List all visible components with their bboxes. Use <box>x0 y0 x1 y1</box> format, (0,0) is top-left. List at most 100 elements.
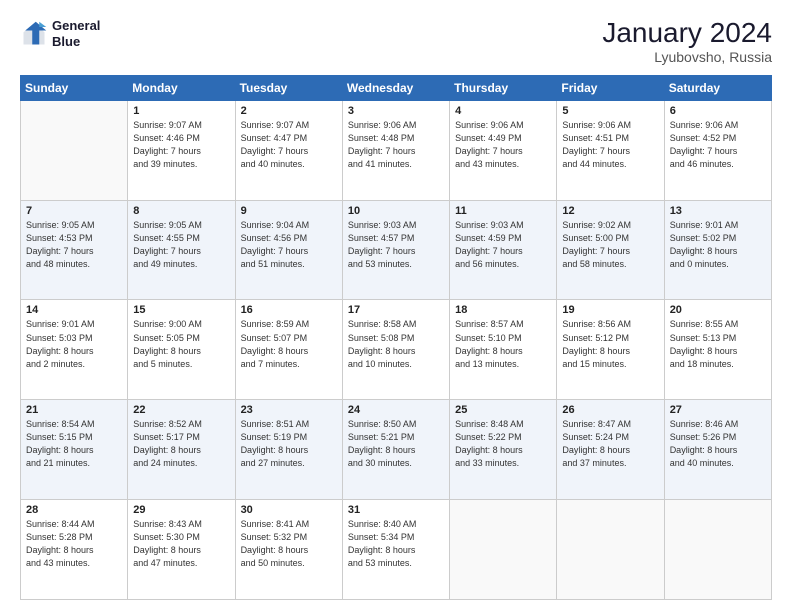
day-number: 3 <box>348 105 444 117</box>
day-info: Sunrise: 8:57 AMSunset: 5:10 PMDaylight:… <box>455 318 551 370</box>
calendar-cell: 7 Sunrise: 9:05 AMSunset: 4:53 PMDaylight… <box>21 200 128 300</box>
month-title: January 2024 <box>602 18 772 49</box>
day-number: 14 <box>26 304 122 316</box>
day-info: Sunrise: 9:03 AMSunset: 4:59 PMDaylight:… <box>455 219 551 271</box>
day-number: 16 <box>241 304 337 316</box>
day-info: Sunrise: 8:51 AMSunset: 5:19 PMDaylight:… <box>241 418 337 470</box>
day-info: Sunrise: 8:58 AMSunset: 5:08 PMDaylight:… <box>348 318 444 370</box>
calendar-cell: 15Sunrise: 9:00 AMSunset: 5:05 PMDayligh… <box>128 300 235 400</box>
day-number: 20 <box>670 304 766 316</box>
day-info: Sunrise: 8:56 AMSunset: 5:12 PMDaylight:… <box>562 318 658 370</box>
calendar-cell: 20 Sunrise: 8:55 AMSunset: 5:13 PMDayligh… <box>664 300 771 400</box>
day-info: Sunrise: 9:03 AMSunset: 4:57 PMDaylight:… <box>348 219 444 271</box>
day-info: Sunrise: 8:50 AMSunset: 5:21 PMDaylight:… <box>348 418 444 470</box>
day-info: Sunrise: 9:07 AMSunset: 4:47 PMDaylight:… <box>241 119 337 171</box>
calendar-cell: 31 Sunrise: 8:40 AMSunset: 5:34 PMDayligh… <box>342 500 449 600</box>
day-info: Sunrise: 9:01 AMSunset: 5:03 PMDaylight:… <box>26 318 122 370</box>
calendar-week-1: 7 Sunrise: 9:05 AMSunset: 4:53 PMDaylight… <box>21 200 772 300</box>
day-number: 8 <box>133 205 229 217</box>
calendar-cell: 21Sunrise: 8:54 AMSunset: 5:15 PMDayligh… <box>21 400 128 500</box>
weekday-friday: Friday <box>557 75 664 100</box>
day-number: 19 <box>562 304 658 316</box>
day-info: Sunrise: 8:48 AMSunset: 5:22 PMDaylight:… <box>455 418 551 470</box>
calendar-cell: 24 Sunrise: 8:50 AMSunset: 5:21 PMDayligh… <box>342 400 449 500</box>
day-info: Sunrise: 8:40 AMSunset: 5:34 PMDaylight:… <box>348 518 444 570</box>
calendar-week-4: 28 Sunrise: 8:44 AMSunset: 5:28 PMDayligh… <box>21 500 772 600</box>
day-number: 9 <box>241 205 337 217</box>
logo-text: General Blue <box>52 18 100 49</box>
location: Lyubovsho, Russia <box>602 49 772 65</box>
title-block: January 2024 Lyubovsho, Russia <box>602 18 772 65</box>
day-number: 27 <box>670 404 766 416</box>
day-info: Sunrise: 9:06 AMSunset: 4:51 PMDaylight:… <box>562 119 658 171</box>
day-info: Sunrise: 9:00 AMSunset: 5:05 PMDaylight:… <box>133 318 229 370</box>
header: General Blue January 2024 Lyubovsho, Rus… <box>20 18 772 65</box>
calendar-cell: 8 Sunrise: 9:05 AMSunset: 4:55 PMDaylight… <box>128 200 235 300</box>
day-number: 28 <box>26 504 122 516</box>
day-number: 11 <box>455 205 551 217</box>
day-info: Sunrise: 8:52 AMSunset: 5:17 PMDaylight:… <box>133 418 229 470</box>
weekday-tuesday: Tuesday <box>235 75 342 100</box>
weekday-saturday: Saturday <box>664 75 771 100</box>
calendar-table: SundayMondayTuesdayWednesdayThursdayFrid… <box>20 75 772 600</box>
calendar-cell: 14 Sunrise: 9:01 AMSunset: 5:03 PMDayligh… <box>21 300 128 400</box>
day-number: 13 <box>670 205 766 217</box>
day-number: 17 <box>348 304 444 316</box>
calendar-cell: 10 Sunrise: 9:03 AMSunset: 4:57 PMDayligh… <box>342 200 449 300</box>
calendar-cell <box>664 500 771 600</box>
calendar-cell: 25 Sunrise: 8:48 AMSunset: 5:22 PMDayligh… <box>450 400 557 500</box>
calendar-cell: 18Sunrise: 8:57 AMSunset: 5:10 PMDayligh… <box>450 300 557 400</box>
day-number: 1 <box>133 105 229 117</box>
day-number: 22 <box>133 404 229 416</box>
calendar-cell: 17 Sunrise: 8:58 AMSunset: 5:08 PMDayligh… <box>342 300 449 400</box>
logo-icon <box>20 20 48 48</box>
day-info: Sunrise: 8:55 AMSunset: 5:13 PMDaylight:… <box>670 318 766 370</box>
day-number: 4 <box>455 105 551 117</box>
day-number: 25 <box>455 404 551 416</box>
day-info: Sunrise: 9:06 AMSunset: 4:48 PMDaylight:… <box>348 119 444 171</box>
calendar-week-2: 14 Sunrise: 9:01 AMSunset: 5:03 PMDayligh… <box>21 300 772 400</box>
calendar-cell: 27 Sunrise: 8:46 AMSunset: 5:26 PMDayligh… <box>664 400 771 500</box>
day-info: Sunrise: 8:46 AMSunset: 5:26 PMDaylight:… <box>670 418 766 470</box>
day-number: 31 <box>348 504 444 516</box>
calendar-cell: 28 Sunrise: 8:44 AMSunset: 5:28 PMDayligh… <box>21 500 128 600</box>
weekday-thursday: Thursday <box>450 75 557 100</box>
day-number: 6 <box>670 105 766 117</box>
weekday-sunday: Sunday <box>21 75 128 100</box>
calendar-cell: 23 Sunrise: 8:51 AMSunset: 5:19 PMDayligh… <box>235 400 342 500</box>
day-info: Sunrise: 9:07 AMSunset: 4:46 PMDaylight:… <box>133 119 229 171</box>
day-info: Sunrise: 8:44 AMSunset: 5:28 PMDaylight:… <box>26 518 122 570</box>
day-number: 12 <box>562 205 658 217</box>
day-info: Sunrise: 8:59 AMSunset: 5:07 PMDaylight:… <box>241 318 337 370</box>
day-info: Sunrise: 9:05 AMSunset: 4:55 PMDaylight:… <box>133 219 229 271</box>
calendar-cell <box>557 500 664 600</box>
day-number: 10 <box>348 205 444 217</box>
day-number: 23 <box>241 404 337 416</box>
calendar-cell: 6Sunrise: 9:06 AMSunset: 4:52 PMDaylight… <box>664 100 771 200</box>
weekday-header-row: SundayMondayTuesdayWednesdayThursdayFrid… <box>21 75 772 100</box>
logo: General Blue <box>20 18 100 49</box>
calendar-cell: 26Sunrise: 8:47 AMSunset: 5:24 PMDayligh… <box>557 400 664 500</box>
weekday-monday: Monday <box>128 75 235 100</box>
calendar-body: 1 Sunrise: 9:07 AMSunset: 4:46 PMDaylight… <box>21 100 772 599</box>
day-info: Sunrise: 9:02 AMSunset: 5:00 PMDaylight:… <box>562 219 658 271</box>
day-number: 2 <box>241 105 337 117</box>
day-number: 7 <box>26 205 122 217</box>
day-number: 21 <box>26 404 122 416</box>
day-number: 24 <box>348 404 444 416</box>
day-info: Sunrise: 9:05 AMSunset: 4:53 PMDaylight:… <box>26 219 122 271</box>
calendar-cell: 11 Sunrise: 9:03 AMSunset: 4:59 PMDayligh… <box>450 200 557 300</box>
day-info: Sunrise: 8:43 AMSunset: 5:30 PMDaylight:… <box>133 518 229 570</box>
calendar-cell: 13Sunrise: 9:01 AMSunset: 5:02 PMDayligh… <box>664 200 771 300</box>
day-number: 30 <box>241 504 337 516</box>
calendar-cell: 29Sunrise: 8:43 AMSunset: 5:30 PMDayligh… <box>128 500 235 600</box>
day-info: Sunrise: 8:41 AMSunset: 5:32 PMDaylight:… <box>241 518 337 570</box>
calendar-cell: 30 Sunrise: 8:41 AMSunset: 5:32 PMDayligh… <box>235 500 342 600</box>
calendar-cell <box>450 500 557 600</box>
calendar-cell: 12 Sunrise: 9:02 AMSunset: 5:00 PMDayligh… <box>557 200 664 300</box>
day-number: 26 <box>562 404 658 416</box>
day-info: Sunrise: 9:06 AMSunset: 4:49 PMDaylight:… <box>455 119 551 171</box>
day-number: 5 <box>562 105 658 117</box>
calendar-week-3: 21Sunrise: 8:54 AMSunset: 5:15 PMDayligh… <box>21 400 772 500</box>
calendar-cell: 1 Sunrise: 9:07 AMSunset: 4:46 PMDaylight… <box>128 100 235 200</box>
